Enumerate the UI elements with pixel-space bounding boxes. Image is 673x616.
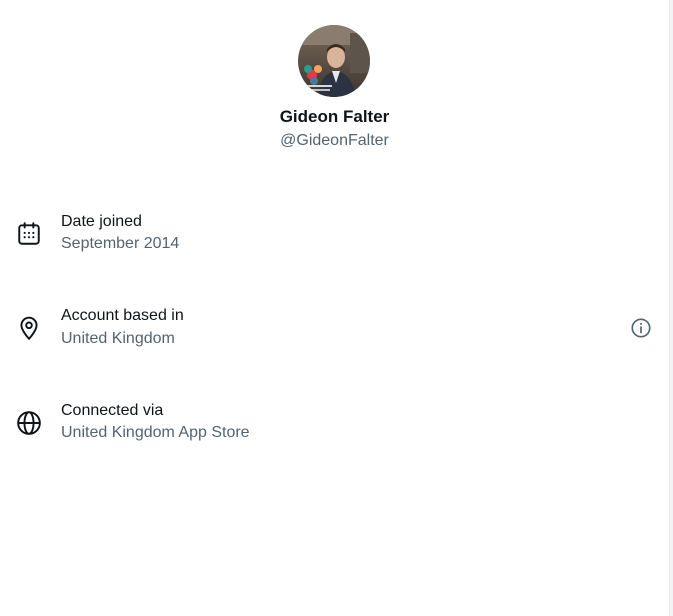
row-value: United Kingdom — [61, 330, 175, 347]
avatar[interactable] — [298, 25, 370, 97]
row-value: United Kingdom App Store — [61, 424, 250, 441]
row-title: Connected via — [61, 402, 164, 419]
info-icon[interactable] — [630, 317, 652, 339]
row-title: Account based in — [61, 307, 184, 324]
info-row-connected-via: Connected via United Kingdom App Store — [0, 400, 669, 460]
row-value: September 2014 — [61, 235, 180, 252]
scrollbar-track[interactable] — [669, 0, 673, 616]
calendar-icon — [16, 221, 42, 247]
profile-photo-image — [298, 25, 370, 97]
row-title: Date joined — [61, 213, 142, 230]
account-about-page: Gideon Falter @GideonFalter Date joined … — [0, 0, 673, 616]
display-name[interactable]: Gideon Falter — [0, 106, 669, 128]
info-row-date-joined: Date joined September 2014 — [0, 210, 669, 270]
location-pin-icon — [16, 315, 42, 341]
globe-icon — [16, 410, 42, 436]
username-handle[interactable]: @GideonFalter — [0, 131, 669, 151]
info-row-account-based-in: Account based in United Kingdom — [0, 305, 669, 365]
